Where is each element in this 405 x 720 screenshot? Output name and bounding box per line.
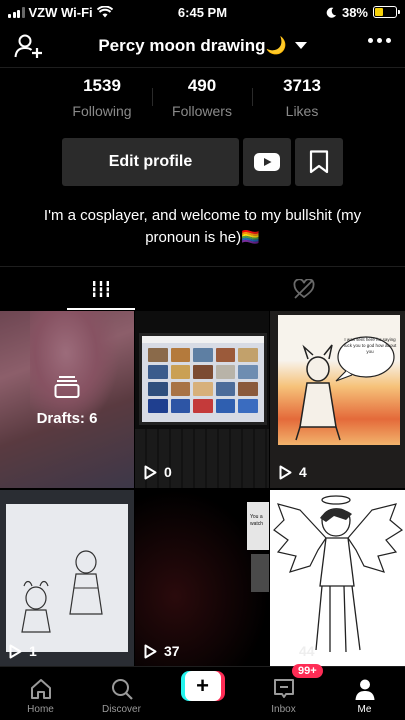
youtube-icon xyxy=(254,153,280,171)
stat-value: 3713 xyxy=(283,76,321,95)
stat-following[interactable]: 1539 Following xyxy=(52,74,152,124)
create-button[interactable]: + xyxy=(180,671,225,701)
stat-likes[interactable]: 3713 Likes xyxy=(252,74,352,124)
stat-followers[interactable]: 490 Followers xyxy=(152,74,252,124)
inbox-icon xyxy=(273,679,294,698)
play-icon xyxy=(144,465,157,479)
stat-value: 1539 xyxy=(83,76,121,95)
nav-me[interactable]: Me xyxy=(324,667,405,720)
view-count-value: 44 xyxy=(299,643,315,659)
add-person-icon[interactable] xyxy=(14,32,44,60)
stat-label: Followers xyxy=(172,103,232,119)
drafts-tile[interactable]: Drafts: 6 xyxy=(0,311,134,488)
youtube-button[interactable] xyxy=(243,138,291,186)
signal-icon xyxy=(8,6,25,18)
nav-inbox-label: Inbox xyxy=(271,704,296,715)
tab-liked[interactable] xyxy=(203,267,405,310)
battery-level xyxy=(375,8,383,16)
stat-value: 490 xyxy=(187,76,217,95)
stat-label: Likes xyxy=(285,103,319,119)
view-count-value: 4 xyxy=(299,464,307,480)
speech-bubble-text: I was sent here for saying fuck you to g… xyxy=(343,337,397,354)
username: Percy moon drawing🌙 xyxy=(98,35,287,55)
play-icon xyxy=(279,465,292,479)
drafts-icon xyxy=(54,376,80,398)
view-count-value: 0 xyxy=(164,464,172,480)
plus-icon: + xyxy=(184,671,221,701)
laptop-screen xyxy=(139,333,267,425)
video-tile[interactable]: 1 xyxy=(0,490,134,667)
view-count: 0 xyxy=(144,464,172,480)
battery-percent: 38% xyxy=(341,4,368,20)
play-icon xyxy=(9,644,22,658)
status-left: VZW Wi-Fi xyxy=(8,5,113,20)
tablet-edge xyxy=(251,554,269,592)
video-tile[interactable]: 44 xyxy=(270,490,405,667)
nav-discover[interactable]: Discover xyxy=(81,667,162,720)
carrier-label: VZW Wi-Fi xyxy=(28,4,93,20)
profile-stats: 1539 Following 490 Followers 3713 Likes xyxy=(52,74,352,124)
angel-drawing xyxy=(273,495,404,653)
nav-discover-label: Discover xyxy=(102,704,141,715)
hidden-heart-icon xyxy=(293,278,315,299)
bottom-nav: Home Discover + 99+ Inbox Me xyxy=(0,664,405,720)
status-right: 38% xyxy=(326,4,400,20)
inbox-badge: 99+ xyxy=(292,664,323,678)
play-icon xyxy=(279,644,292,658)
tab-videos[interactable] xyxy=(0,267,203,310)
view-count: 37 xyxy=(144,643,180,659)
video-grid: Drafts: 6 0 I was sent here for saying f… xyxy=(0,311,405,667)
view-count-value: 1 xyxy=(29,643,37,659)
battery-icon xyxy=(373,6,400,18)
bookmark-icon xyxy=(309,150,329,174)
nav-me-label: Me xyxy=(357,704,372,715)
nav-inbox[interactable]: 99+ Inbox xyxy=(243,664,324,720)
favorites-button[interactable] xyxy=(295,138,343,186)
edit-profile-button[interactable]: Edit profile xyxy=(62,138,239,186)
dark-background xyxy=(135,490,269,667)
profile-header: Percy moon drawing🌙 xyxy=(0,24,405,68)
home-icon xyxy=(30,679,51,699)
grid-icon xyxy=(92,280,111,297)
stat-label: Following xyxy=(72,103,132,119)
video-tile[interactable]: You a watch 37 xyxy=(135,490,269,667)
nav-home-label: Home xyxy=(27,704,54,715)
profile-tabs xyxy=(0,266,405,310)
play-icon xyxy=(144,644,157,658)
video-tile[interactable]: 0 xyxy=(135,311,269,488)
devil-drawing xyxy=(295,336,395,441)
view-count-value: 37 xyxy=(164,643,180,659)
drafts-count: Drafts: 6 xyxy=(36,410,98,427)
account-switcher[interactable]: Percy moon drawing🌙 xyxy=(98,35,307,56)
tablet-text: You a watch xyxy=(250,514,264,527)
nav-create[interactable]: + xyxy=(162,667,243,720)
profile-actions: Edit profile xyxy=(62,138,343,186)
status-bar: VZW Wi-Fi 6:45 PM 38% xyxy=(0,0,405,24)
video-tile[interactable]: I was sent here for saying fuck you to g… xyxy=(270,311,405,488)
view-count: 4 xyxy=(279,464,307,480)
sketch-drawing xyxy=(21,550,103,633)
wifi-icon xyxy=(96,6,113,18)
view-count: 44 xyxy=(279,643,315,659)
nav-home[interactable]: Home xyxy=(0,667,81,720)
chevron-down-icon xyxy=(294,42,307,49)
moon-icon xyxy=(326,7,337,18)
more-dots-icon[interactable] xyxy=(368,38,391,43)
profile-icon xyxy=(355,679,374,700)
view-count: 1 xyxy=(9,643,37,659)
drafts-overlay: Drafts: 6 xyxy=(0,375,134,427)
search-icon xyxy=(111,679,133,700)
profile-bio: I'm a cosplayer, and welcome to my bulls… xyxy=(43,207,362,246)
